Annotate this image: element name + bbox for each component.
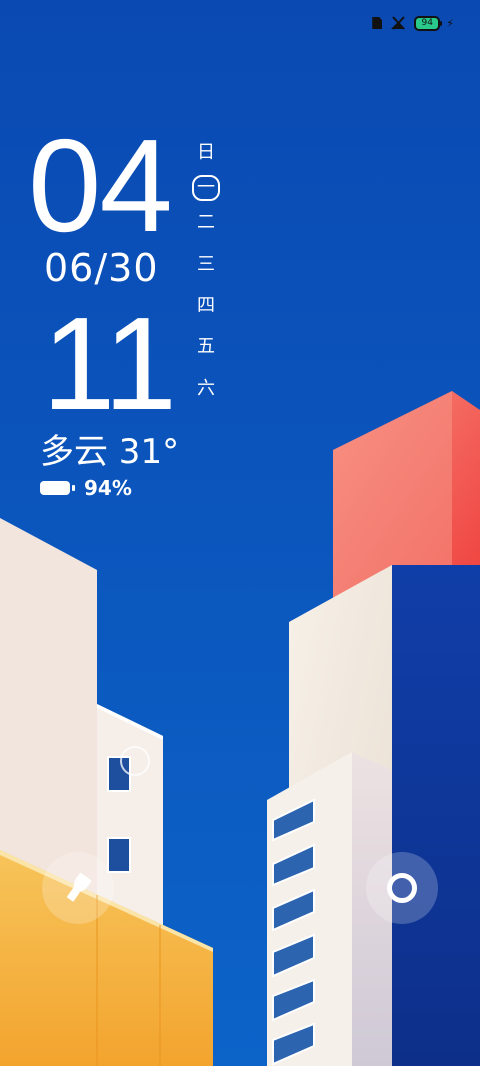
weekday-wed: 三 bbox=[197, 254, 215, 275]
status-bar: 94 ⚡ bbox=[372, 14, 454, 32]
weekday-mon-active: 一 bbox=[192, 175, 220, 201]
weekday-fri: 五 bbox=[197, 336, 215, 357]
clock-date: 06/30 bbox=[44, 246, 159, 290]
camera-button[interactable] bbox=[366, 852, 438, 924]
weekday-sat: 六 bbox=[197, 378, 215, 399]
battery-icon: 94 bbox=[414, 15, 443, 31]
flashlight-button[interactable] bbox=[42, 852, 114, 924]
no-network-icon bbox=[391, 16, 406, 30]
battery-level: 94 bbox=[421, 17, 433, 28]
battery-info: 94% bbox=[40, 476, 132, 500]
camera-icon bbox=[387, 873, 417, 903]
flashlight-icon bbox=[67, 872, 92, 902]
battery-percent: 94% bbox=[84, 476, 132, 500]
battery-large-icon bbox=[40, 481, 75, 495]
weather-info: 多云 31° bbox=[40, 432, 180, 472]
sim-card-icon bbox=[372, 17, 383, 29]
weekday-sun: 日 bbox=[197, 142, 215, 163]
hint-circle-icon bbox=[120, 746, 150, 776]
clock-hour: 04 bbox=[28, 112, 173, 259]
weekday-tue: 二 bbox=[197, 212, 215, 233]
weekday-thu: 四 bbox=[197, 295, 215, 316]
clock-minute: 11 bbox=[42, 290, 177, 437]
charging-bolt-icon: ⚡ bbox=[446, 16, 454, 30]
